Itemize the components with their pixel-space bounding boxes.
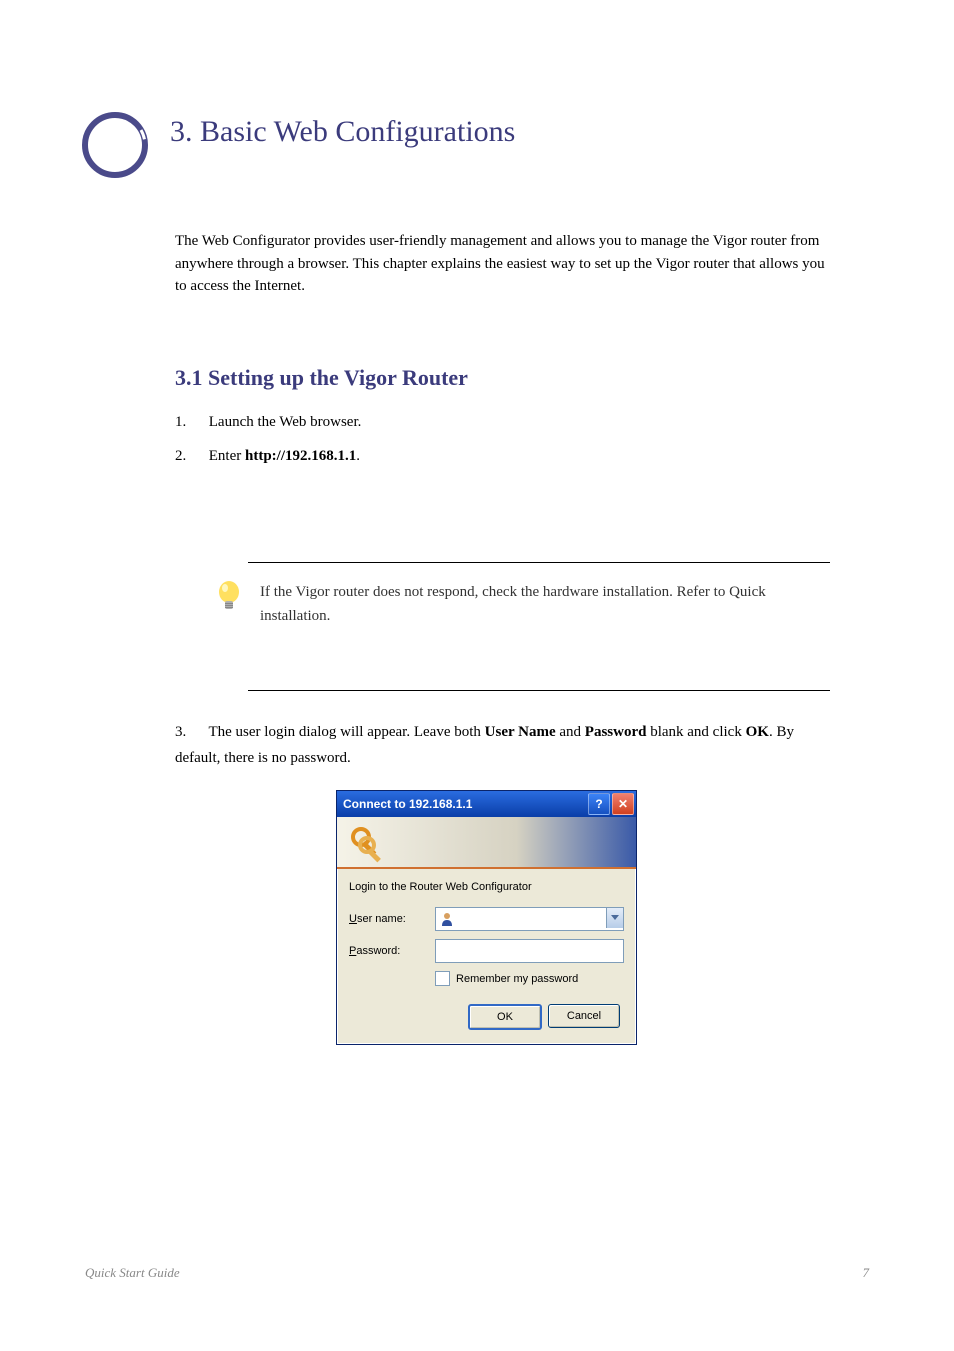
dialog-message: Login to the Router Web Configurator (349, 881, 624, 893)
lightbulb-icon (215, 580, 243, 616)
chevron-down-icon (611, 915, 619, 921)
callout-rule-bottom (248, 690, 830, 691)
steps-list: 1. Launch the Web browser. 2. Enter http… (175, 410, 835, 477)
section-title: Basic Web Configurations (200, 115, 515, 148)
question-icon: ? (595, 797, 602, 811)
dropdown-button[interactable] (606, 908, 623, 928)
help-button[interactable]: ? (588, 793, 610, 815)
section-number: 3 (170, 115, 185, 148)
remember-checkbox[interactable] (435, 971, 450, 986)
intro-paragraph: The Web Configurator provides user-frien… (175, 230, 835, 298)
cancel-button[interactable]: Cancel (548, 1004, 620, 1028)
dialog-banner (337, 817, 636, 869)
person-icon (439, 911, 455, 927)
step-3: 3. The user login dialog will appear. Le… (175, 720, 835, 771)
subheading: 3.1 Setting up the Vigor Router (175, 365, 468, 391)
callout-text: If the Vigor router does not respond, ch… (260, 580, 820, 628)
footer-page-number: 7 (863, 1265, 870, 1281)
close-button[interactable]: ✕ (612, 793, 634, 815)
section-circle-icon (80, 110, 150, 180)
password-label: Password: (349, 945, 435, 957)
ok-button[interactable]: OK (468, 1004, 542, 1030)
username-label: User name: (349, 913, 435, 925)
username-field[interactable] (435, 907, 624, 931)
keys-icon (347, 823, 387, 863)
remember-label: Remember my password (456, 973, 578, 985)
section-heading: 3. Basic Web Configurations (170, 115, 515, 149)
close-icon: ✕ (618, 797, 628, 811)
footer-left: Quick Start Guide (85, 1265, 180, 1281)
dialog-title: Connect to 192.168.1.1 (343, 797, 588, 811)
step-2: 2. Enter http://192.168.1.1. (175, 444, 835, 470)
step-1: 1. Launch the Web browser. (175, 410, 835, 436)
dialog-titlebar[interactable]: Connect to 192.168.1.1 ? ✕ (337, 791, 636, 817)
callout-rule-top (248, 562, 830, 563)
auth-dialog: Connect to 192.168.1.1 ? ✕ L (336, 790, 637, 1045)
password-field[interactable] (435, 939, 624, 963)
